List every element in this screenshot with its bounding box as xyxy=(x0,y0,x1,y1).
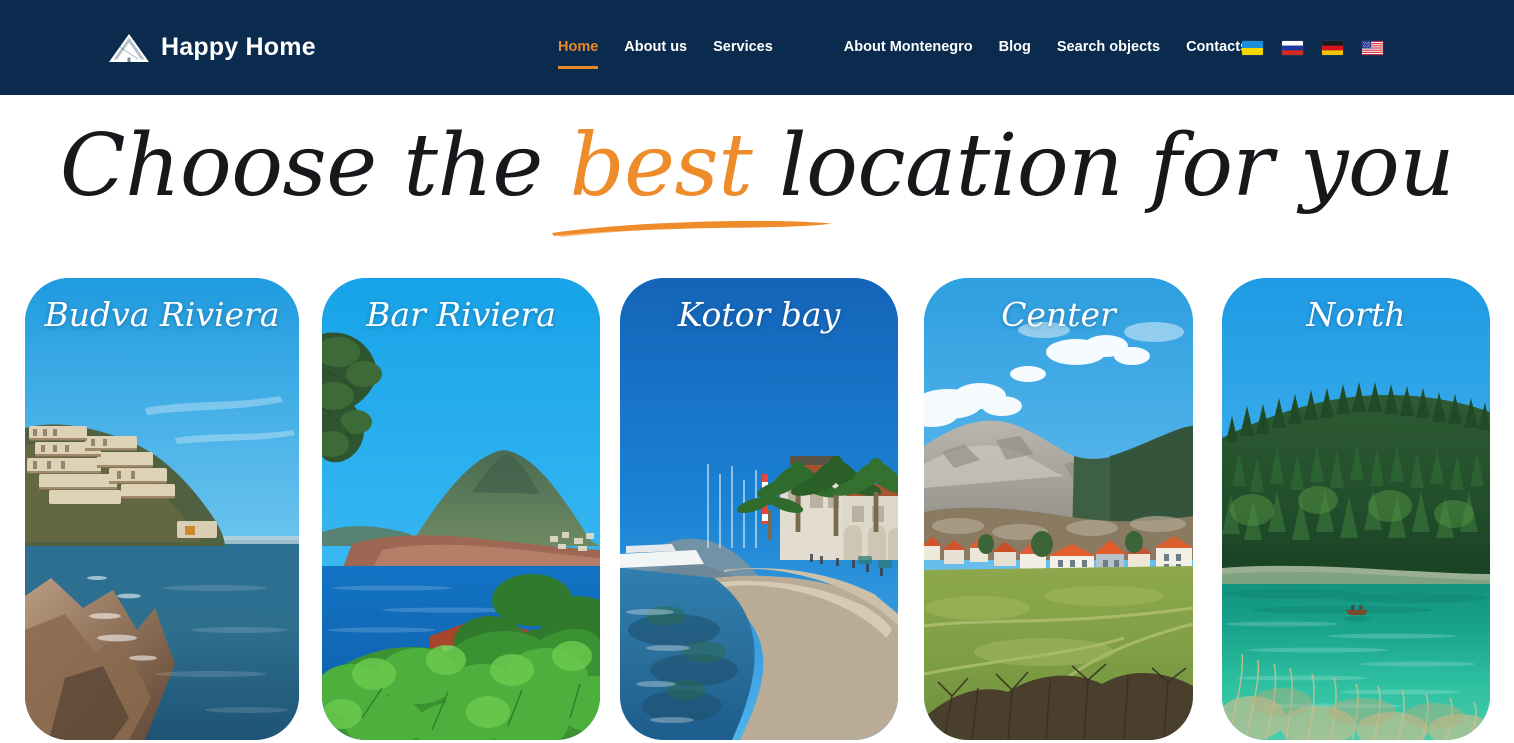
brand-logo[interactable]: Happy Home xyxy=(108,33,316,63)
headline-text-before: Choose the xyxy=(59,116,570,216)
nav-item-search-objects[interactable]: Search objects xyxy=(1057,39,1160,57)
location-card-north[interactable]: North xyxy=(1222,278,1490,740)
card-photo-bar-riviera xyxy=(322,278,600,740)
nav-item-services[interactable]: Services xyxy=(713,39,773,57)
card-photo-center xyxy=(924,278,1193,740)
location-card-bar-riviera[interactable]: Bar Riviera xyxy=(322,278,600,740)
brand-name: Happy Home xyxy=(161,33,316,61)
location-card-kotor-bay[interactable]: Kotor bay xyxy=(620,278,898,740)
flag-germany-icon[interactable] xyxy=(1322,40,1343,55)
main-navigation: Home About us Services About Montenegro … xyxy=(558,0,1248,95)
hero-section: Choose the best location for you xyxy=(0,95,1514,278)
headline-accent-word: best xyxy=(569,116,753,216)
card-photo-north xyxy=(1222,278,1490,740)
flag-usa-icon[interactable] xyxy=(1362,40,1383,55)
language-switcher xyxy=(1242,0,1383,95)
location-cards: Budva Riviera Bar Riviera Kotor bay Cent… xyxy=(0,278,1514,743)
nav-item-about-montenegro[interactable]: About Montenegro xyxy=(844,39,973,57)
card-photo-kotor-bay xyxy=(620,278,898,740)
location-card-center[interactable]: Center xyxy=(924,278,1193,740)
nav-item-contacts[interactable]: Contacts xyxy=(1186,39,1248,57)
nav-item-home[interactable]: Home xyxy=(558,39,599,69)
headline-text-after: location for you xyxy=(752,116,1455,216)
location-card-budva-riviera[interactable]: Budva Riviera xyxy=(25,278,299,740)
mountain-house-logo-icon xyxy=(109,33,149,62)
card-photo-budva-riviera xyxy=(25,278,299,740)
flag-russia-icon[interactable] xyxy=(1282,40,1303,55)
nav-item-blog[interactable]: Blog xyxy=(999,39,1031,57)
nav-item-about-us[interactable]: About us xyxy=(624,39,687,57)
site-header: Happy Home Home About us Services About … xyxy=(0,0,1514,95)
flag-ukraine-icon[interactable] xyxy=(1242,40,1263,55)
page-title: Choose the best location for you xyxy=(0,111,1514,221)
